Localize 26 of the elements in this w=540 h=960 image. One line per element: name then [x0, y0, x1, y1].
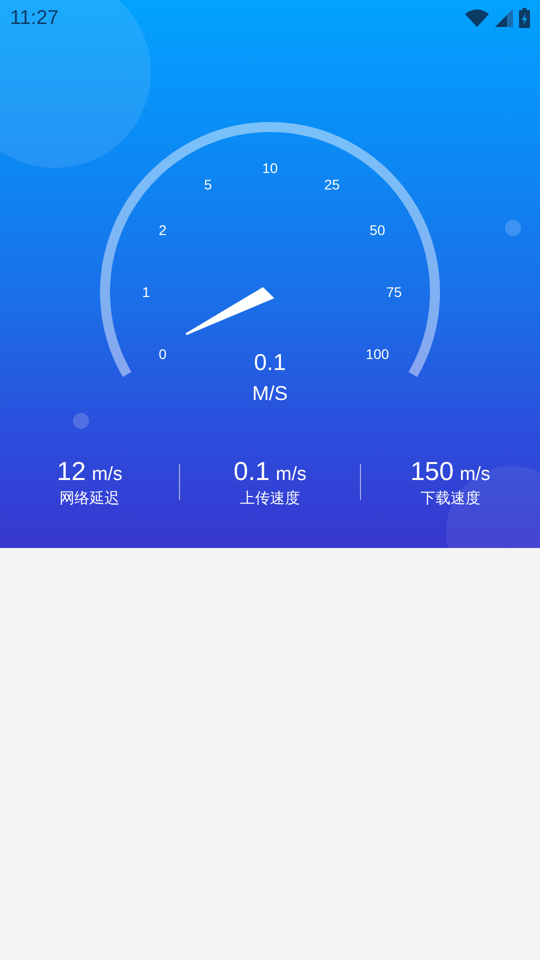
gauge-tick-label: 2 — [158, 222, 166, 238]
battery-icon — [519, 8, 530, 28]
decor-dot — [73, 413, 89, 429]
stat-value: 12 — [56, 456, 86, 487]
stat-label: 网络延迟 — [60, 489, 120, 508]
stat-label: 上传速度 — [240, 489, 300, 508]
status-time: 11:27 — [10, 6, 59, 30]
gauge-tick-label: 5 — [204, 176, 212, 193]
stat-value: 150 — [410, 456, 454, 487]
stat-value: 0.1 — [234, 456, 270, 487]
gauge-tick-label: 25 — [324, 176, 340, 193]
speed-reading: 0.1 — [254, 349, 286, 375]
gauge-tick-label: 100 — [366, 346, 390, 362]
decor-dot — [505, 220, 521, 236]
signal-icon — [495, 9, 513, 27]
stat-unit: m/s — [92, 464, 122, 486]
wifi-icon — [465, 9, 489, 27]
stat-label: 下载速度 — [420, 489, 480, 508]
stat-unit: m/s — [460, 464, 490, 486]
speed-unit: M/S — [252, 383, 288, 405]
gauge-tick-label: 1 — [142, 284, 150, 300]
gauge-tick-label: 0 — [158, 346, 166, 362]
gauge-tick-label: 10 — [262, 160, 278, 176]
gauge-tick-label: 50 — [370, 222, 386, 238]
stat-unit: m/s — [276, 464, 306, 486]
gauge-tick-label: 75 — [386, 284, 402, 300]
